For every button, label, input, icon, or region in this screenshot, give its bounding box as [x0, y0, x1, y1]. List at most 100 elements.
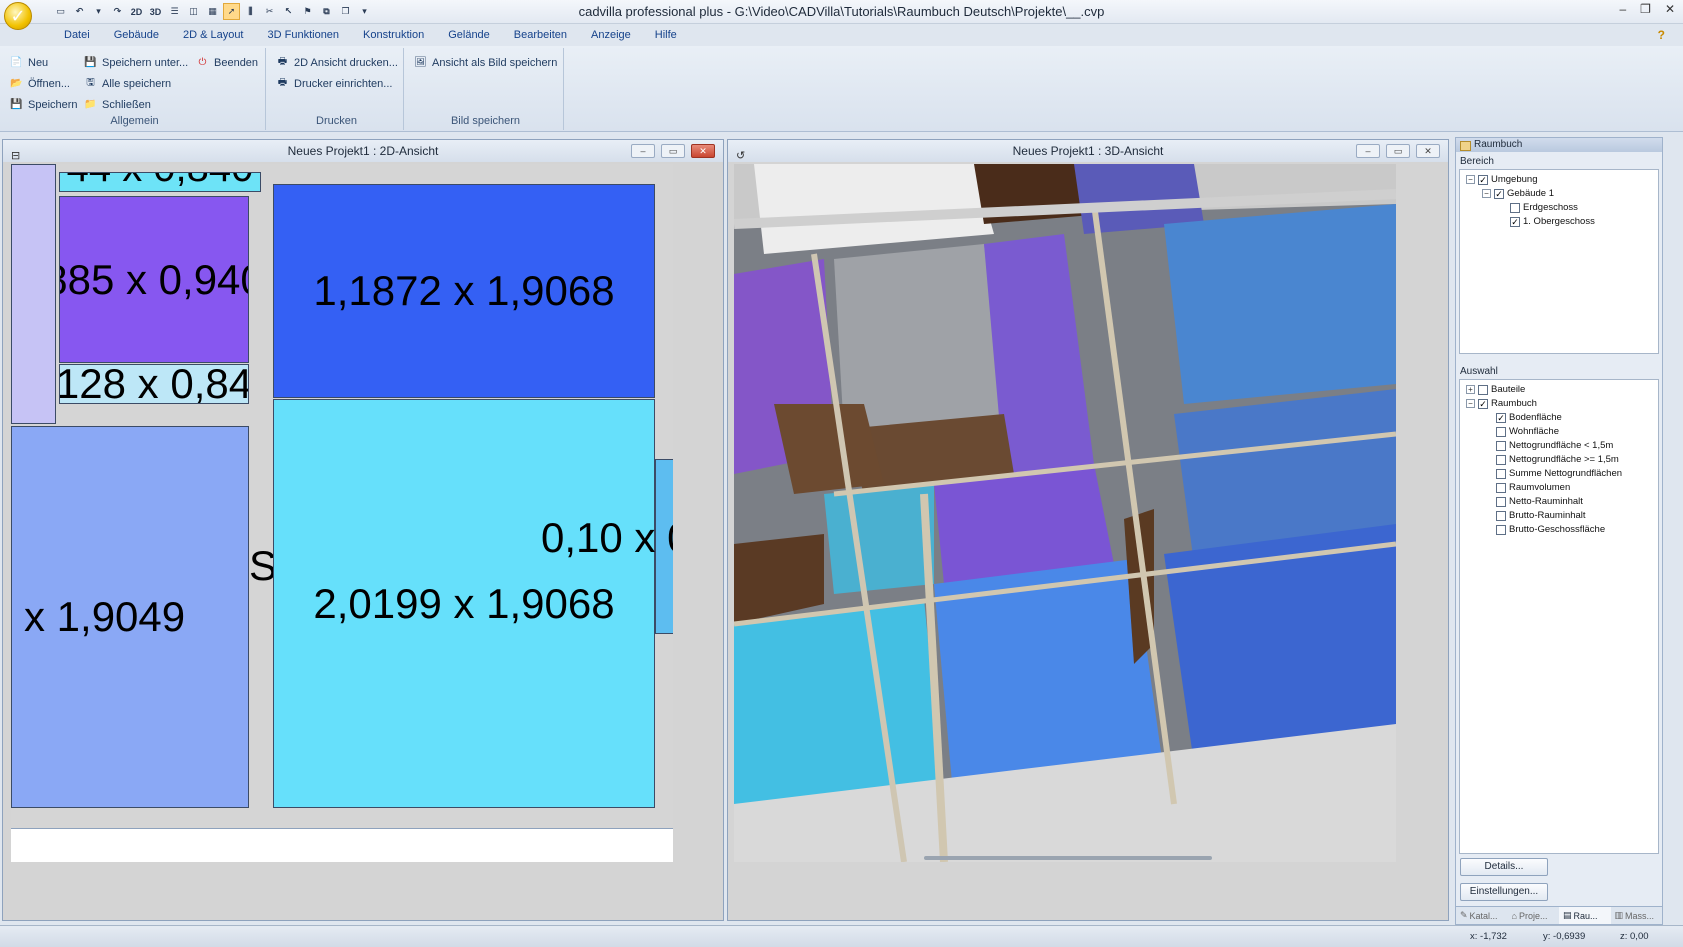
- copy-icon[interactable]: ❐: [337, 3, 354, 20]
- tree-item-summe-netto[interactable]: Summe Nettogrundflächen: [1496, 468, 1622, 479]
- 3d-scrollbar[interactable]: [924, 856, 1212, 860]
- pane-2d-minimize-icon[interactable]: –: [631, 144, 655, 158]
- menu-gelaende[interactable]: Gelände: [436, 26, 502, 46]
- view-3d-button[interactable]: 3D: [147, 3, 164, 20]
- redo-icon[interactable]: ↷: [109, 3, 126, 20]
- new-file-icon[interactable]: ▭: [52, 3, 69, 20]
- einstellungen-button[interactable]: Einstellungen...: [1460, 883, 1548, 901]
- pane-3d-close-icon[interactable]: ✕: [1416, 144, 1440, 158]
- app-logo-icon[interactable]: ✓: [4, 2, 32, 30]
- tree-item-gebaeude[interactable]: − ✓ Gebäude 1: [1482, 188, 1554, 199]
- menu-hilfe[interactable]: Hilfe: [643, 26, 689, 46]
- menu-anzeige[interactable]: Anzeige: [579, 26, 643, 46]
- collapse-icon[interactable]: −: [1466, 175, 1475, 184]
- beenden-button[interactable]: ⏻ Beenden: [196, 56, 259, 69]
- menu-bearbeiten[interactable]: Bearbeiten: [502, 26, 579, 46]
- oeffnen-button[interactable]: 📂 Öffnen...: [10, 77, 70, 90]
- checkbox-unchecked-icon[interactable]: [1496, 482, 1506, 493]
- ansicht-als-bild-button[interactable]: 🖼 Ansicht als Bild speichern: [414, 56, 557, 69]
- checkbox-unchecked-icon[interactable]: [1496, 468, 1506, 479]
- canvas-3d[interactable]: [734, 164, 1396, 862]
- checkbox-checked-icon[interactable]: ✓: [1478, 174, 1488, 185]
- minimize-icon[interactable]: –: [1619, 2, 1626, 16]
- menu-3d-funktionen[interactable]: 3D Funktionen: [256, 26, 352, 46]
- checkbox-unchecked-icon[interactable]: [1496, 510, 1506, 521]
- pane-3d-minimize-icon[interactable]: –: [1356, 144, 1380, 158]
- tree-item-wohnflaeche[interactable]: Wohnfläche: [1496, 426, 1559, 437]
- snap-icon[interactable]: ✂: [261, 3, 278, 20]
- checkbox-checked-icon[interactable]: ✓: [1494, 188, 1504, 199]
- collapse-icon[interactable]: −: [1482, 189, 1491, 198]
- checkbox-unchecked-icon[interactable]: [1510, 202, 1520, 213]
- checkbox-unchecked-icon[interactable]: [1496, 524, 1506, 535]
- undo-icon[interactable]: ↶: [71, 3, 88, 20]
- checkbox-unchecked-icon[interactable]: [1496, 440, 1506, 451]
- 2d-ansicht-drucken-button[interactable]: 🖶 2D Ansicht drucken...: [276, 56, 398, 69]
- tab-projekt[interactable]: ⌂ Proje...: [1508, 907, 1560, 924]
- collapse-icon[interactable]: −: [1466, 399, 1475, 408]
- room-periwinkle[interactable]: x 1,9049: [11, 426, 249, 808]
- tree-item-erdgeschoss[interactable]: Erdgeschoss: [1510, 202, 1578, 213]
- tree-item-obergeschoss[interactable]: ✓ 1. Obergeschoss: [1510, 216, 1595, 227]
- room-purple[interactable]: 885 x 0,940: [59, 196, 249, 363]
- checkbox-unchecked-icon[interactable]: [1496, 426, 1506, 437]
- tab-katalog[interactable]: ✎ Katal...: [1456, 907, 1508, 924]
- tree-item-nettogrund-kleiner[interactable]: Nettogrundfläche < 1,5m: [1496, 440, 1613, 451]
- checkbox-checked-icon[interactable]: ✓: [1496, 412, 1506, 423]
- details-button[interactable]: Details...: [1460, 858, 1548, 876]
- room-cyan-large[interactable]: 2,0199 x 1,9068: [273, 399, 655, 808]
- tree-item-bauteile[interactable]: + Bauteile: [1466, 384, 1525, 395]
- close-icon[interactable]: ✕: [1665, 2, 1675, 16]
- menu-2d-layout[interactable]: 2D & Layout: [171, 26, 256, 46]
- alle-speichern-button[interactable]: 🖫 Alle speichern: [84, 77, 171, 90]
- raumbuch-panel-title: Raumbuch: [1456, 138, 1662, 152]
- speichern-button[interactable]: 💾 Speichern: [10, 98, 77, 111]
- menu-konstruktion[interactable]: Konstruktion: [351, 26, 436, 46]
- tree-item-raumvolumen[interactable]: Raumvolumen: [1496, 482, 1570, 493]
- view-2d-button[interactable]: 2D: [128, 3, 145, 20]
- tree-item-bodenflaeche[interactable]: ✓ Bodenfläche: [1496, 412, 1562, 423]
- grid-icon[interactable]: ▦: [204, 3, 221, 20]
- select-pointer-icon[interactable]: ➚: [223, 3, 240, 20]
- tree-item-brutto-rauminhalt[interactable]: Brutto-Rauminhalt: [1496, 510, 1586, 521]
- tree-item-umgebung[interactable]: − ✓ Umgebung: [1466, 174, 1537, 185]
- schliessen-button[interactable]: 📁 Schließen: [84, 98, 151, 111]
- pane-2d-close-icon[interactable]: ✕: [691, 144, 715, 158]
- room-light-blue[interactable]: 128 x 0,84: [59, 364, 249, 404]
- room-left-strip[interactable]: [11, 164, 56, 424]
- vertical-split-icon[interactable]: ◫: [185, 3, 202, 20]
- tree-item-nettogrund-groesser[interactable]: Nettogrundfläche >= 1,5m: [1496, 454, 1619, 465]
- tab-raumbuch[interactable]: ▤ Rau...: [1559, 907, 1611, 924]
- neu-button[interactable]: 📄 Neu: [10, 56, 48, 69]
- tree-item-brutto-geschoss[interactable]: Brutto-Geschossfläche: [1496, 524, 1605, 535]
- restore-icon[interactable]: ❐: [1640, 2, 1651, 16]
- undo-dropdown-icon[interactable]: ▾: [90, 3, 107, 20]
- room-top-cyan[interactable]: 744 x 0,8407: [59, 172, 261, 192]
- checkbox-unchecked-icon[interactable]: [1496, 454, 1506, 465]
- checkbox-unchecked-icon[interactable]: [1478, 384, 1488, 395]
- speichern-unter-button[interactable]: 💾 Speichern unter...: [84, 56, 188, 69]
- room-blue-large[interactable]: 1,1872 x 1,9068: [273, 184, 655, 398]
- horizontal-split-icon[interactable]: ☰: [166, 3, 183, 20]
- tree-item-raumbuch[interactable]: − ✓ Raumbuch: [1466, 398, 1537, 409]
- checkbox-unchecked-icon[interactable]: [1496, 496, 1506, 507]
- expand-icon[interactable]: +: [1466, 385, 1475, 394]
- help-icon[interactable]: ?: [1658, 28, 1665, 42]
- tab-masse[interactable]: ▥ Mass...: [1611, 907, 1663, 924]
- drucker-einrichten-button[interactable]: 🖶 Drucker einrichten...: [276, 77, 393, 90]
- checkbox-checked-icon[interactable]: ✓: [1478, 398, 1488, 409]
- columns-icon[interactable]: ⫼: [242, 3, 259, 20]
- layers-icon[interactable]: ⧉: [318, 3, 335, 20]
- menu-gebaeude[interactable]: Gebäude: [102, 26, 171, 46]
- tree-item-netto-rauminhalt[interactable]: Netto-Rauminhalt: [1496, 496, 1583, 507]
- menu-datei[interactable]: Datei: [52, 26, 102, 46]
- pane-2d-maximize-icon[interactable]: ▭: [661, 144, 685, 158]
- marker-icon[interactable]: ⚑: [299, 3, 316, 20]
- auswahl-label: Auswahl: [1460, 366, 1498, 377]
- pane-3d-maximize-icon[interactable]: ▭: [1386, 144, 1410, 158]
- canvas-2d[interactable]: 744 x 0,8407 885 x 0,940 128 x 0,84 1,18…: [11, 164, 673, 828]
- checkbox-checked-icon[interactable]: ✓: [1510, 216, 1520, 227]
- toolbar-dropdown-icon[interactable]: ▾: [356, 3, 373, 20]
- ribbon-group-drucken: 🖶 2D Ansicht drucken... 🖶 Drucker einricht…: [270, 48, 404, 130]
- pointer-icon[interactable]: ↖: [280, 3, 297, 20]
